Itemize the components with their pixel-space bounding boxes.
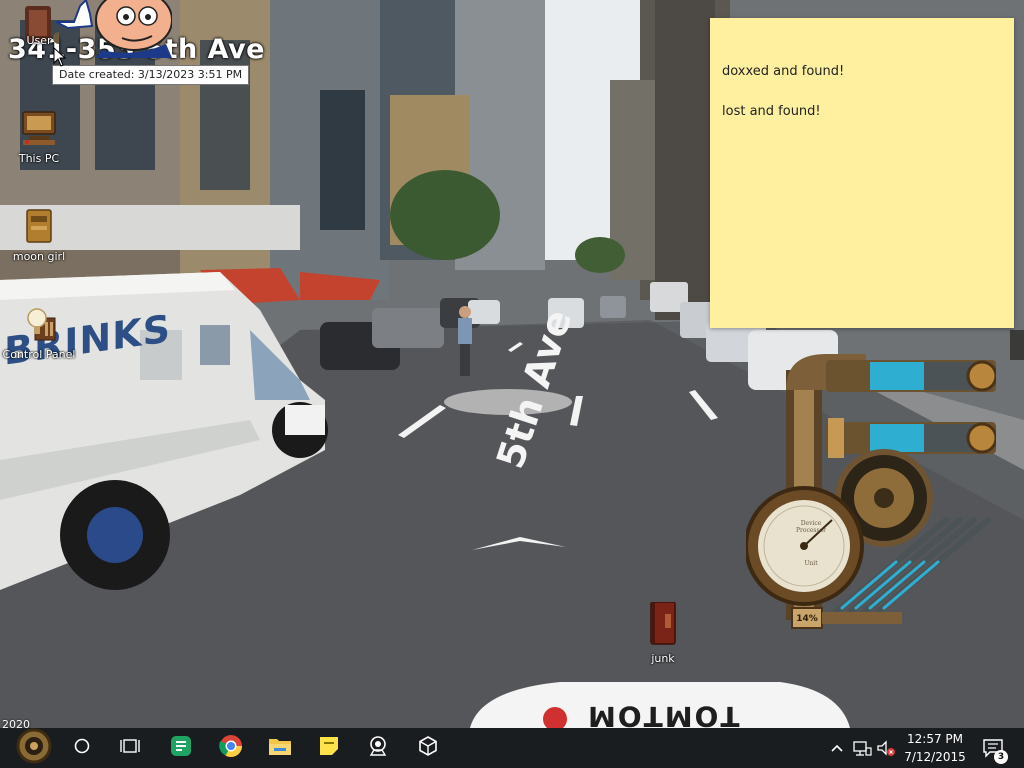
unity-icon	[418, 736, 438, 760]
desktop-icon-label: Control Panel	[2, 348, 76, 361]
steampunk-cpu-gadget[interactable]: Device Processor Unit 14%	[746, 350, 996, 650]
desktop-icon-label: junk	[651, 652, 675, 665]
desktop-icon-junk[interactable]: junk	[623, 601, 703, 665]
notification-count-badge: 3	[994, 750, 1008, 764]
desktop-icon-label: moon girl	[12, 250, 66, 263]
search-circle-icon	[73, 737, 91, 759]
clock-date: 7/12/2015	[904, 750, 966, 764]
task-view-icon	[120, 737, 140, 759]
taskbar-clock[interactable]: 12:57 PM 7/12/2015	[896, 730, 974, 766]
taskbar-chrome[interactable]	[207, 728, 255, 768]
sticky-notes-icon	[318, 735, 340, 761]
network-icon[interactable]	[852, 738, 872, 758]
gauge-unit-label: Unit	[804, 560, 818, 567]
clock-time: 12:57 PM	[907, 732, 963, 746]
chat-app-icon	[170, 735, 192, 761]
cartoon-face-icon	[55, 0, 173, 58]
file-explorer-icon	[268, 736, 292, 760]
vehicle-brand-text: TOMTOM	[586, 700, 740, 728]
volume-muted-icon[interactable]	[876, 738, 896, 758]
cpu-percent-readout: 14%	[796, 614, 818, 624]
wallpaper-year-text: 2020	[2, 718, 30, 728]
control-panel-icon	[19, 304, 59, 344]
start-icon	[11, 728, 57, 768]
sticky-note[interactable]: doxxed and found! lost and found!	[710, 18, 1014, 328]
taskbar-chat-app[interactable]	[157, 728, 205, 768]
gauge-title: Device Processor	[795, 520, 827, 534]
desktop-icon-this-pc[interactable]: This PC	[0, 108, 79, 165]
sticky-note-line[interactable]: doxxed and found!	[722, 62, 1002, 82]
show-hidden-icons-button[interactable]	[830, 738, 850, 758]
chrome-icon	[219, 734, 243, 762]
mouse-cursor-icon	[53, 46, 67, 67]
taskbar-file-explorer[interactable]	[256, 728, 304, 768]
sticky-note-line[interactable]: lost and found!	[722, 102, 1002, 122]
desktop-icon-control-panel[interactable]: Control Panel	[0, 304, 79, 361]
start-button[interactable]	[10, 728, 58, 768]
taskbar-webcam-app[interactable]	[354, 728, 402, 768]
tooltip-date-created: Date created: 3/13/2023 3:51 PM	[52, 65, 250, 85]
webcam-app-icon	[367, 735, 389, 761]
sticky-note-blank-line	[722, 82, 1002, 102]
desktop-icon-label: This PC	[18, 152, 60, 165]
folder-icon	[19, 206, 59, 246]
book-icon	[643, 601, 683, 645]
task-view-button[interactable]	[106, 728, 154, 768]
search-button[interactable]	[58, 728, 106, 768]
taskbar: 12:57 PM 7/12/2015	[0, 728, 1024, 768]
taskbar-sticky-notes[interactable]	[305, 728, 353, 768]
desktop-icon-moon-girl[interactable]: moon girl	[0, 206, 79, 263]
computer-icon	[19, 108, 59, 148]
taskbar-unity[interactable]	[404, 728, 452, 768]
